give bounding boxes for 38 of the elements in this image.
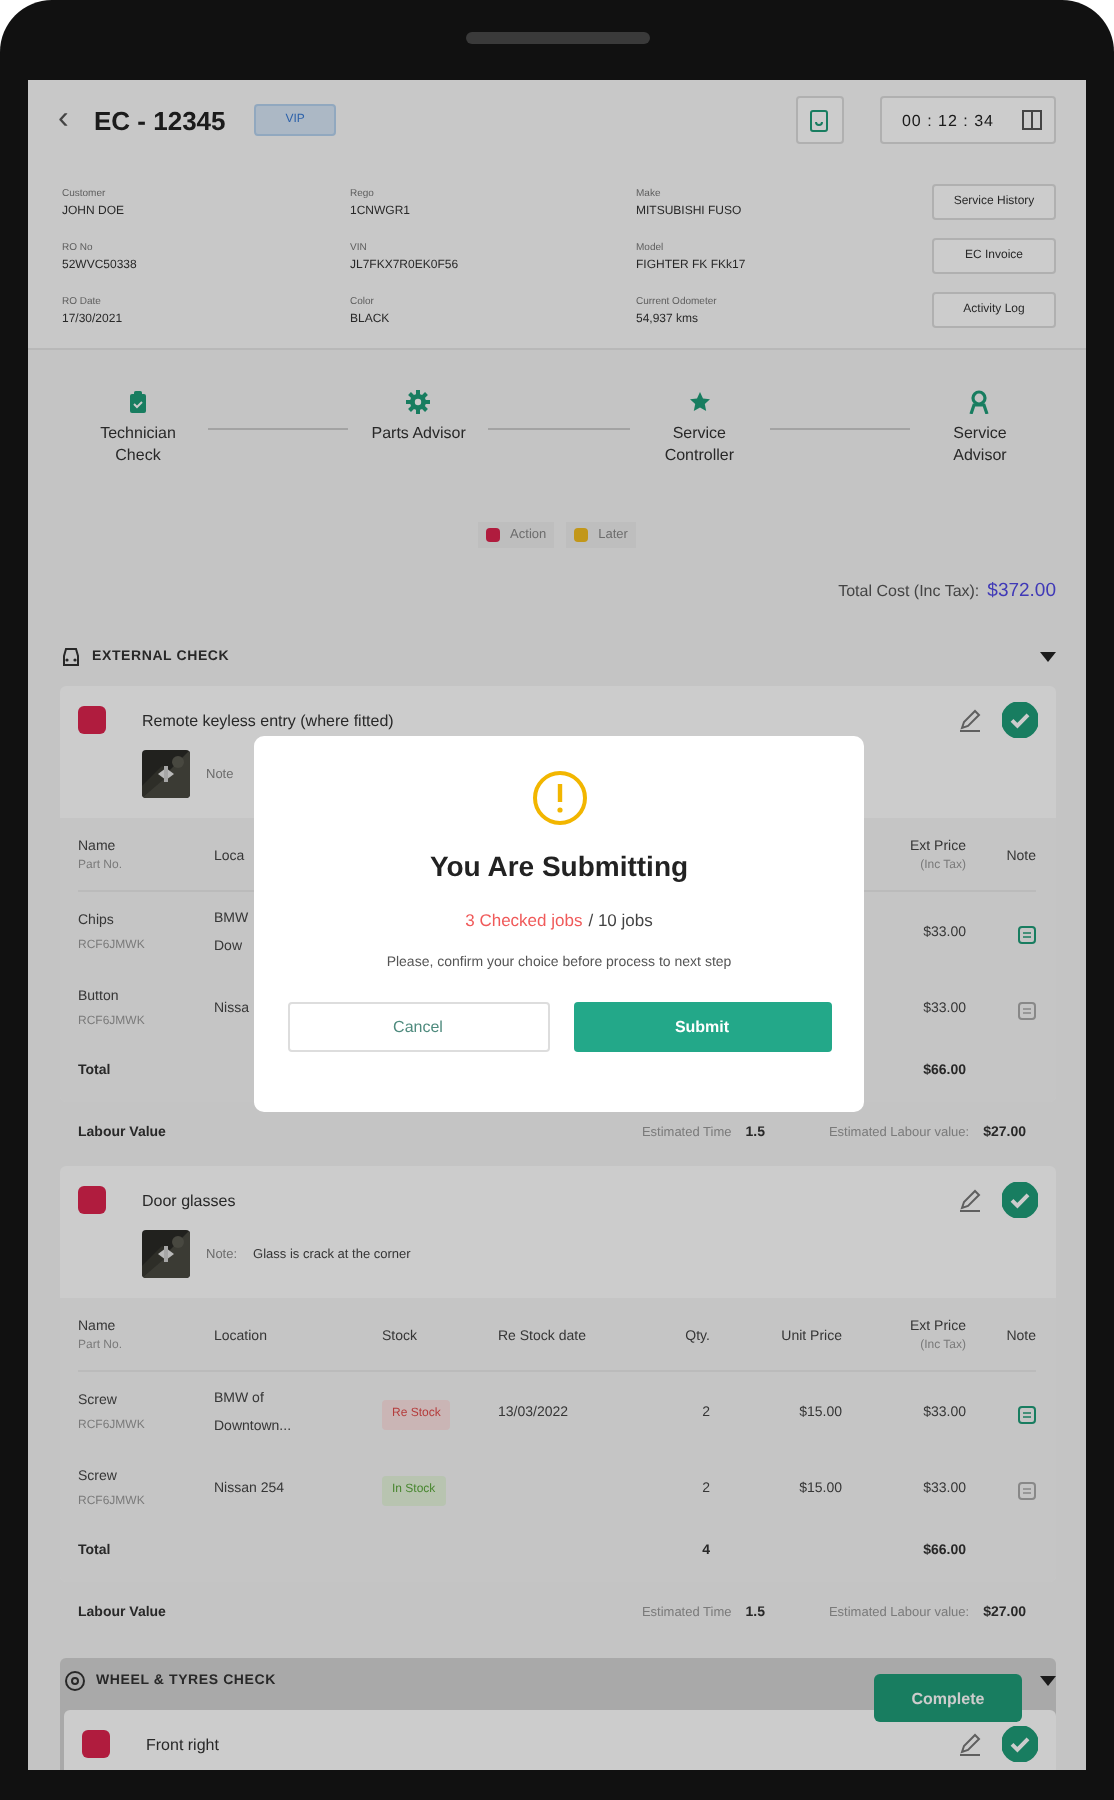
step-label[interactable]: Technician Check — [84, 422, 192, 467]
note-icon[interactable] — [1018, 1405, 1036, 1423]
pencil-icon[interactable] — [958, 1188, 982, 1212]
back-button[interactable]: ‹ — [58, 102, 78, 138]
person-icon — [968, 390, 991, 414]
note-icon[interactable] — [1018, 1001, 1036, 1019]
note-icon[interactable] — [1018, 925, 1036, 943]
caret-icon[interactable] — [1040, 1675, 1056, 1685]
pencil-icon[interactable] — [958, 1732, 982, 1756]
check-icon[interactable] — [1002, 702, 1038, 738]
total-jobs-count: / 10 jobs — [588, 910, 653, 930]
step-label[interactable]: Parts Advisor — [364, 422, 473, 445]
step-label[interactable]: Service Advisor — [925, 422, 1034, 467]
checked-jobs-count: 3 Checked jobs — [465, 910, 583, 930]
clipboard-icon — [128, 390, 148, 414]
caret-icon[interactable] — [1040, 651, 1056, 661]
document-icon — [810, 109, 829, 131]
car-icon — [60, 645, 82, 667]
wheel-icon — [64, 1669, 86, 1691]
check-icon[interactable] — [1002, 1726, 1038, 1762]
total-value: $372.00 — [987, 580, 1056, 602]
check-icon[interactable] — [1002, 1182, 1038, 1218]
job-title: Remote keyless entry (where fitted) — [142, 711, 396, 729]
star-icon — [687, 390, 712, 414]
gear-icon — [406, 390, 431, 414]
timer-text: 00 : 12 : 34 — [901, 111, 994, 129]
note-icon[interactable] — [1018, 1481, 1036, 1499]
page-title: EC - 12345 — [94, 105, 226, 135]
job-title: Door glasses — [142, 1191, 238, 1209]
panel-icon[interactable] — [1022, 110, 1042, 130]
warning-icon — [531, 770, 587, 826]
dialog-title: You Are Submitting — [429, 850, 689, 882]
total-label: Total Cost (Inc Tax): — [838, 582, 980, 600]
step-label[interactable]: Service Controller — [645, 422, 754, 467]
pencil-icon[interactable] — [958, 708, 982, 732]
job-title: Front right — [146, 1735, 221, 1753]
refresh-button[interactable] — [795, 96, 844, 144]
cancel-button[interactable]: Cancel — [287, 1002, 549, 1052]
